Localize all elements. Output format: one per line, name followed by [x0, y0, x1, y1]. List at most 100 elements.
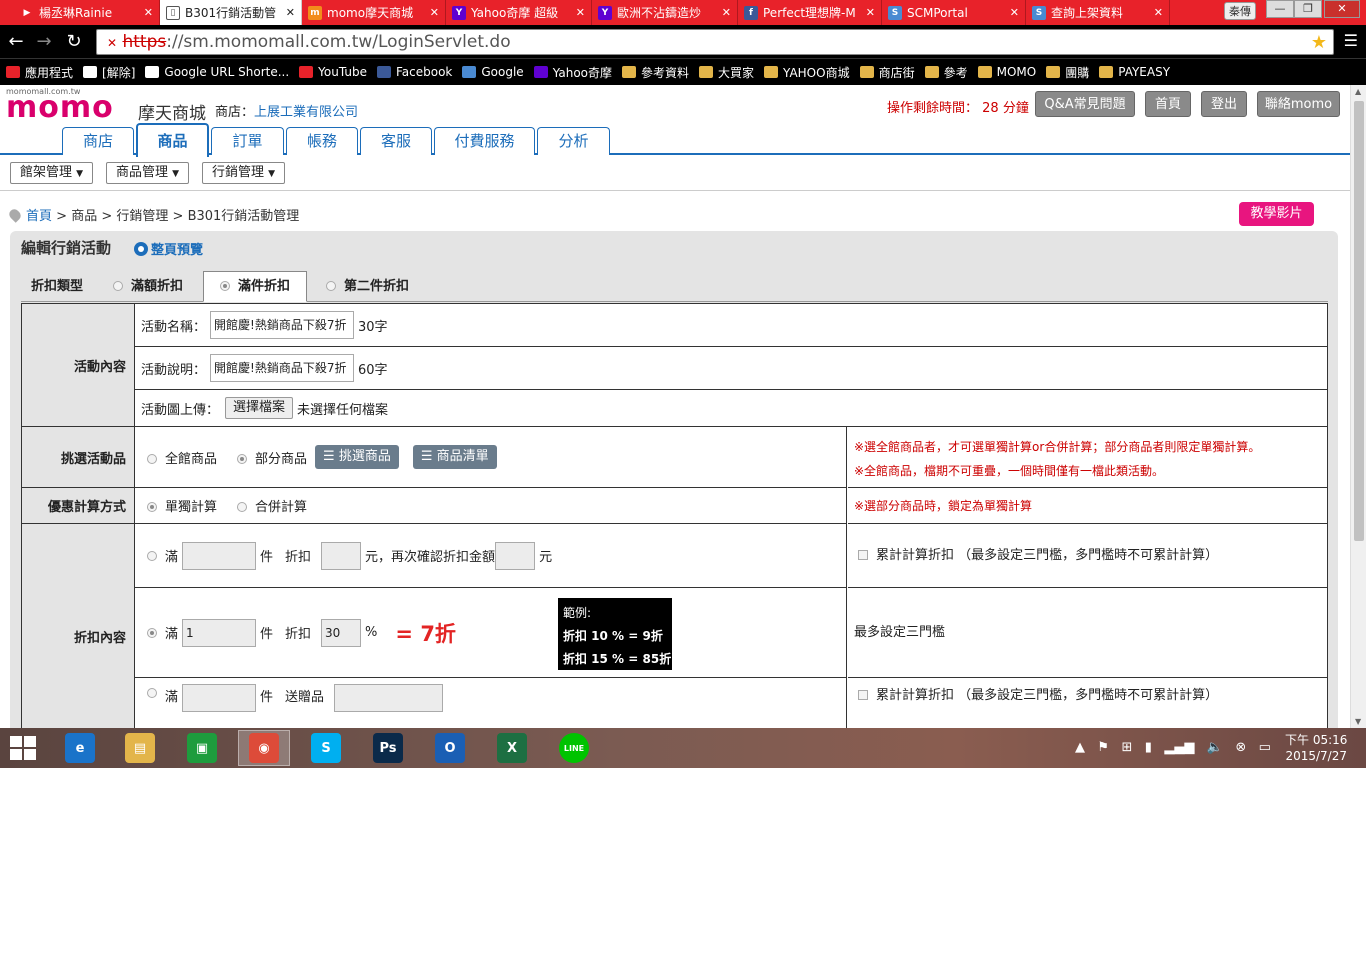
product-list-button[interactable]: ☰ 商品清單: [412, 445, 497, 469]
tab-close-icon[interactable]: ✕: [576, 6, 585, 19]
tab-close-icon[interactable]: ✕: [286, 6, 295, 19]
browser-tab[interactable]: Y Yahoo奇摩 超級 ✕: [446, 0, 592, 25]
bookmark-item[interactable]: 參考資料: [622, 64, 689, 81]
browser-tab[interactable]: S SCMPortal ✕: [882, 0, 1026, 25]
url-input[interactable]: ✕ https://sm.momomall.com.tw/LoginServle…: [96, 29, 1334, 55]
signal-icon[interactable]: ▂▄▆: [1164, 740, 1194, 755]
breadcrumb-home[interactable]: 首頁: [26, 209, 52, 224]
taskbar-app-excel[interactable]: X: [486, 730, 538, 766]
menu-icon[interactable]: ☰: [1344, 31, 1358, 50]
cumulative-checkbox-row[interactable]: 累計計算折扣 （最多設定三門檻，多門檻時不可累計計算）: [848, 678, 1327, 728]
scrollbar-thumb[interactable]: [1354, 101, 1364, 541]
discount-row-percent-radio[interactable]: [147, 627, 157, 638]
shelf-management-dropdown[interactable]: 館架管理 ▼: [10, 162, 94, 184]
windows-icon[interactable]: ⊞: [1121, 740, 1132, 755]
reload-icon[interactable]: ↻: [62, 31, 86, 53]
bookmark-item[interactable]: YouTube: [299, 65, 367, 79]
logout-button[interactable]: 登出: [1201, 91, 1247, 117]
tab-products[interactable]: 商品: [136, 123, 209, 157]
confirm-amount-input[interactable]: [495, 541, 536, 570]
tab-close-icon[interactable]: ✕: [722, 6, 731, 19]
taskbar-app-outlook[interactable]: O: [424, 730, 476, 766]
bookmark-item[interactable]: 參考: [924, 64, 968, 81]
battery-icon[interactable]: ▮: [1145, 740, 1152, 755]
browser-tab[interactable]: ▶ 楊丞琳Rainie ✕: [14, 0, 160, 25]
tab-close-icon[interactable]: ✕: [430, 6, 439, 19]
full-page-preview-link[interactable]: 整頁預覽: [134, 239, 203, 258]
faq-button[interactable]: Q&A常見問題: [1035, 91, 1135, 117]
bookmark-item[interactable]: YAHOO商城: [764, 64, 850, 81]
tray-expand-icon[interactable]: ▲: [1075, 740, 1085, 755]
bookmark-item[interactable]: PAYEASY: [1099, 65, 1170, 79]
single-calc-radio[interactable]: 單獨計算: [147, 496, 217, 515]
activity-desc-input[interactable]: 開館慶!熱銷商品下殺7折: [210, 354, 355, 382]
taskbar-app-store[interactable]: ▣: [176, 730, 228, 766]
discount-type-second-item[interactable]: 第二件折扣: [326, 272, 409, 302]
volume-icon[interactable]: 🔈: [1207, 740, 1223, 755]
marketing-management-dropdown[interactable]: 行銷管理 ▼: [202, 162, 286, 184]
pick-products-button[interactable]: ☰ 挑選商品: [315, 445, 399, 469]
tab-analysis[interactable]: 分析: [537, 127, 610, 155]
taskbar-app-ie[interactable]: e: [54, 730, 106, 766]
tab-orders[interactable]: 訂單: [211, 127, 284, 155]
home-button[interactable]: 首頁: [1145, 91, 1191, 117]
browser-tab[interactable]: m momo摩天商城 ✕: [302, 0, 446, 25]
gift-input[interactable]: [334, 684, 444, 712]
all-products-radio[interactable]: 全館商品: [147, 448, 217, 467]
back-icon[interactable]: ←: [4, 31, 28, 53]
taskbar-app-explorer[interactable]: ▤: [114, 730, 166, 766]
contact-momo-button[interactable]: 聯絡momo: [1257, 91, 1340, 117]
partial-products-radio[interactable]: 部分商品: [237, 448, 307, 467]
flag-icon[interactable]: ⚑: [1097, 740, 1109, 755]
network-error-icon[interactable]: ⊗: [1235, 740, 1246, 755]
tab-close-icon[interactable]: ✕: [1154, 6, 1163, 19]
bookmark-item[interactable]: MOMO: [977, 65, 1036, 79]
tab-close-icon[interactable]: ✕: [866, 6, 875, 19]
system-clock[interactable]: 下午 05:16 2015/7/27: [1285, 732, 1347, 764]
page-scrollbar[interactable]: ▲ ▼: [1350, 85, 1366, 728]
shop-name-link[interactable]: 上展工業有限公司: [254, 105, 358, 120]
choose-file-button[interactable]: 選擇檔案: [225, 397, 294, 419]
bookmark-item[interactable]: Yahoo奇摩: [533, 64, 612, 81]
bookmark-item[interactable]: 大買家: [699, 64, 754, 81]
bookmark-item[interactable]: [解除]: [83, 64, 135, 81]
user-profile-badge[interactable]: 秦傳: [1224, 2, 1256, 20]
site-logo[interactable]: momomall.com.tw momo 摩天商城: [6, 87, 206, 124]
browser-tab[interactable]: f Perfect理想牌-M ✕: [738, 0, 882, 25]
tab-accounts[interactable]: 帳務: [286, 127, 358, 155]
discount-amount-input[interactable]: [321, 541, 362, 570]
product-management-dropdown[interactable]: 商品管理 ▼: [106, 162, 190, 184]
tutorial-video-button[interactable]: 教學影片: [1239, 202, 1314, 226]
quantity-input[interactable]: [182, 684, 257, 712]
scroll-down-icon[interactable]: ▼: [1355, 717, 1361, 726]
tab-close-icon[interactable]: ✕: [144, 6, 153, 19]
close-window-icon[interactable]: ✕: [1324, 0, 1360, 18]
browser-tab[interactable]: S 查詢上架資料 ✕: [1026, 0, 1170, 25]
cumulative-checkbox-row[interactable]: 累計計算折扣 （最多設定三門檻，多門檻時不可累計計算）: [848, 524, 1327, 588]
bookmark-item[interactable]: Google: [462, 65, 524, 79]
browser-tab-active[interactable]: ▯ B301行銷活動管 ✕: [160, 0, 302, 25]
minimize-icon[interactable]: —: [1266, 0, 1294, 18]
activity-name-input[interactable]: 開館慶!熱銷商品下殺7折: [210, 311, 355, 339]
percent-input[interactable]: 30: [321, 618, 362, 647]
tab-service[interactable]: 客服: [360, 127, 432, 155]
taskbar-app-skype[interactable]: S: [300, 730, 352, 766]
bookmark-item[interactable]: Google URL Shorte...: [145, 65, 289, 79]
discount-row-gift-radio[interactable]: [147, 688, 157, 698]
discount-type-amount[interactable]: 滿額折扣: [113, 272, 183, 302]
scroll-up-icon[interactable]: ▲: [1355, 87, 1361, 96]
taskbar-app-line[interactable]: LINE: [548, 730, 600, 766]
quantity-input[interactable]: 1: [182, 618, 257, 647]
browser-tab[interactable]: Y 歐洲不沾鑄造炒 ✕: [592, 0, 738, 25]
discount-type-quantity[interactable]: 滿件折扣: [203, 271, 308, 302]
bookmark-item[interactable]: 團購: [1046, 64, 1089, 81]
bookmark-item[interactable]: 應用程式: [6, 64, 73, 81]
windows-start-icon[interactable]: [10, 736, 38, 760]
restore-icon[interactable]: ❐: [1294, 0, 1322, 18]
tab-close-icon[interactable]: ✕: [1010, 6, 1019, 19]
forward-icon[interactable]: →: [32, 31, 56, 53]
discount-row-amount-radio[interactable]: [147, 550, 157, 561]
bookmark-item[interactable]: 商店街: [859, 64, 915, 81]
quantity-input[interactable]: [182, 541, 257, 570]
bookmark-item[interactable]: Facebook: [376, 65, 452, 79]
